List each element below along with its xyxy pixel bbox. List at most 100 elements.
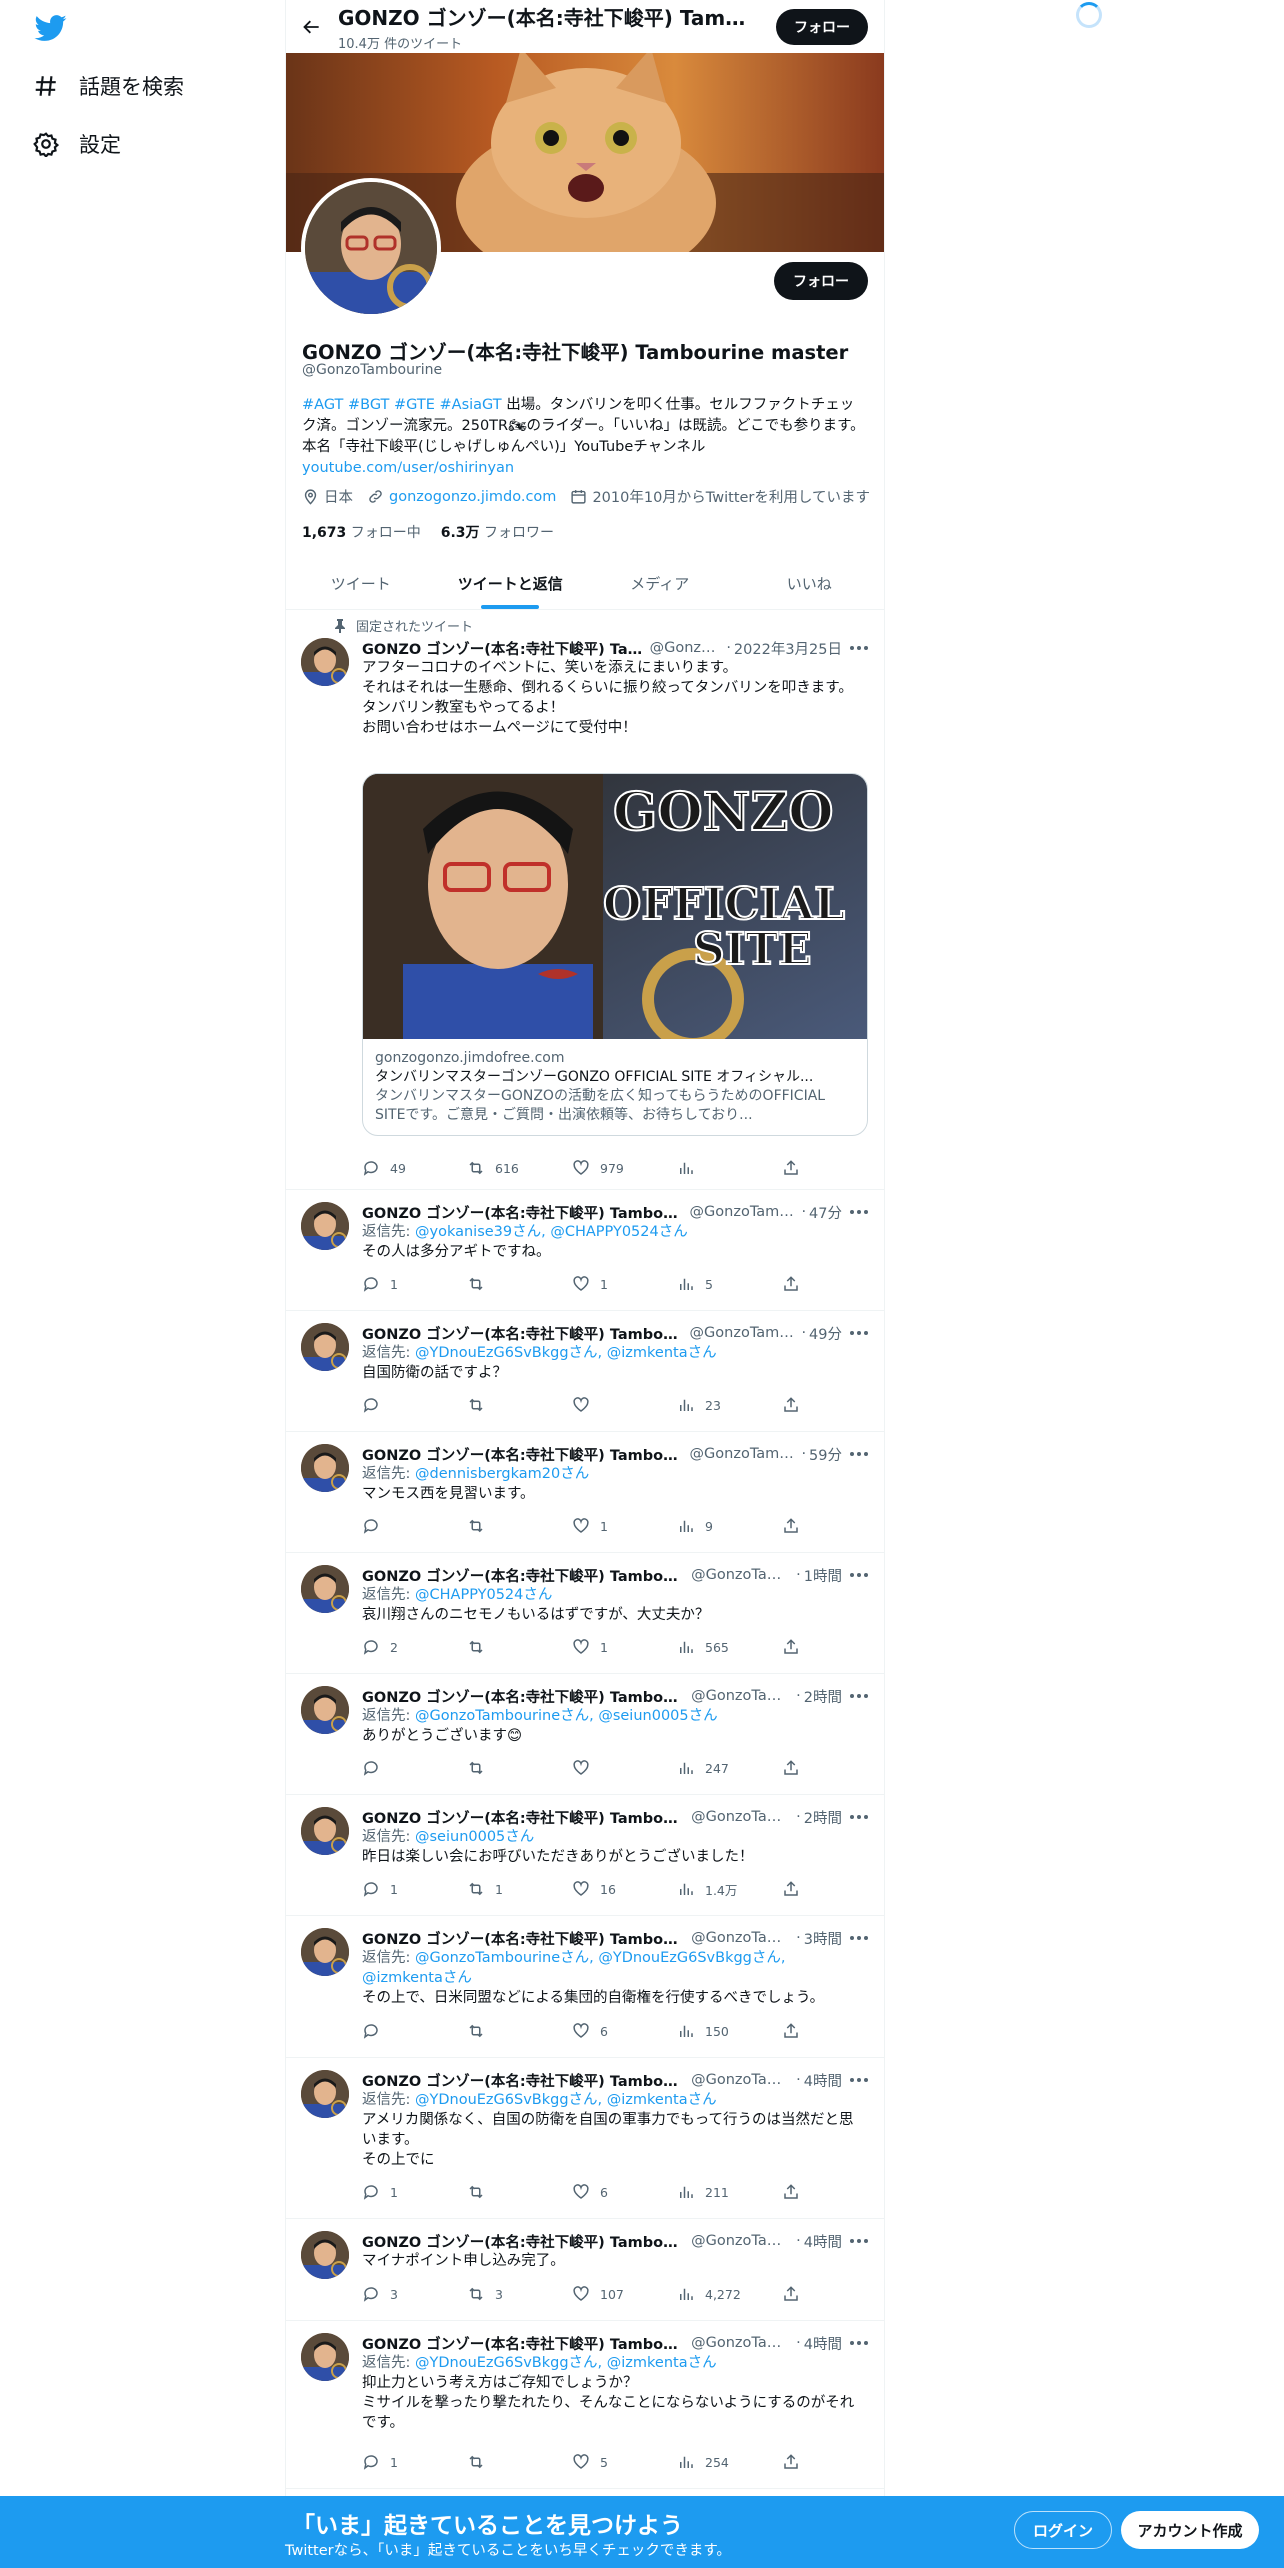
tab-tweets[interactable]: ツイート bbox=[286, 557, 436, 609]
reply-button[interactable] bbox=[362, 1758, 452, 1778]
reply-to-users[interactable]: @YDnouEzG6SvBkggさん, @izmkentaさん bbox=[415, 1345, 717, 1361]
link-card[interactable]: GONZO OFFICIAL SITE gonzogonzo.jimdofree… bbox=[362, 773, 868, 1136]
views-button[interactable]: 1.4万 bbox=[677, 1879, 767, 1899]
nav-settings[interactable]: 設定 bbox=[33, 124, 121, 164]
share-button[interactable] bbox=[782, 2284, 802, 2304]
retweet-button[interactable] bbox=[467, 2452, 557, 2472]
tweet-timestamp[interactable]: 4時間 bbox=[804, 2070, 842, 2091]
retweet-button[interactable] bbox=[467, 1395, 557, 1415]
tweet-author-handle[interactable]: @Gonzo... bbox=[650, 640, 724, 656]
tweet-author-name[interactable]: GONZO ゴンゾー(本名:寺社下峻平) Ta... bbox=[362, 638, 644, 659]
tweet-author-handle[interactable]: @GonzoTam... bbox=[691, 1809, 793, 1825]
tweet-avatar[interactable] bbox=[301, 1565, 349, 1613]
tab-likes[interactable]: いいね bbox=[735, 557, 885, 609]
share-button[interactable] bbox=[782, 1879, 802, 1899]
tweet-timestamp[interactable]: 2022年3月25日 bbox=[734, 638, 842, 659]
tweet-author-handle[interactable]: @GonzoTamb... bbox=[690, 1325, 799, 1341]
more-options-icon[interactable] bbox=[842, 646, 868, 650]
tweet-timestamp[interactable]: 2時間 bbox=[804, 1686, 842, 1707]
tweet[interactable]: GONZO ゴンゾー(本名:寺社下峻平) Tambou... @GonzoTam.… bbox=[286, 1674, 884, 1795]
tweet-avatar[interactable] bbox=[301, 1686, 349, 1734]
views-button[interactable]: 247 bbox=[677, 1758, 767, 1778]
profile-website-link[interactable]: gonzogonzo.jimdo.com bbox=[389, 489, 556, 505]
tweet-author-name[interactable]: GONZO ゴンゾー(本名:寺社下峻平) Tambou... bbox=[362, 2231, 685, 2252]
tweet-author-handle[interactable]: @GonzoTamb... bbox=[690, 1446, 799, 1462]
tweet[interactable]: GONZO ゴンゾー(本名:寺社下峻平) Tambour... @GonzoTam… bbox=[286, 1432, 884, 1553]
retweet-button[interactable] bbox=[467, 2182, 557, 2202]
header-follow-button[interactable]: フォロー bbox=[776, 8, 868, 45]
tab-tweets-and-replies[interactable]: ツイートと返信 bbox=[436, 557, 586, 609]
tweet-author-name[interactable]: GONZO ゴンゾー(本名:寺社下峻平) Tambour... bbox=[362, 1323, 684, 1344]
share-button[interactable] bbox=[782, 1395, 802, 1415]
tweet-author-handle[interactable]: @GonzoTamb... bbox=[690, 1204, 799, 1220]
tweet[interactable]: GONZO ゴンゾー(本名:寺社下峻平) Tambour... @GonzoTam… bbox=[286, 1190, 884, 1311]
retweet-button[interactable]: 1 bbox=[467, 1879, 557, 1899]
bio-hashtags[interactable]: #AGT #BGT #GTE #AsiaGT bbox=[302, 397, 502, 413]
tweet[interactable]: GONZO ゴンゾー(本名:寺社下峻平) Tambou... @GonzoTam.… bbox=[286, 2321, 884, 2489]
tweet-author-name[interactable]: GONZO ゴンゾー(本名:寺社下峻平) Tambour... bbox=[362, 1444, 684, 1465]
retweet-button[interactable] bbox=[467, 1637, 557, 1657]
tweet-author-handle[interactable]: @GonzoTam... bbox=[691, 1688, 793, 1704]
reply-button[interactable]: 2 bbox=[362, 1637, 452, 1657]
tweet-author-name[interactable]: GONZO ゴンゾー(本名:寺社下峻平) Tambou... bbox=[362, 1928, 685, 1949]
signup-button[interactable]: アカウント作成 bbox=[1121, 2511, 1259, 2549]
retweet-button[interactable] bbox=[467, 1274, 557, 1294]
like-button[interactable]: 1 bbox=[572, 1274, 662, 1294]
more-options-icon[interactable] bbox=[842, 1210, 868, 1214]
tweet-avatar[interactable] bbox=[301, 1323, 349, 1371]
share-button[interactable] bbox=[782, 2021, 802, 2041]
reply-to-users[interactable]: @dennisbergkam20さん bbox=[415, 1466, 589, 1482]
profile-follow-button[interactable]: フォロー bbox=[774, 262, 868, 300]
tweet-timestamp[interactable]: 49分 bbox=[809, 1323, 842, 1344]
tab-media[interactable]: メディア bbox=[585, 557, 735, 609]
tweet-timestamp[interactable]: 59分 bbox=[809, 1444, 842, 1465]
tweet-author-handle[interactable]: @GonzoTam... bbox=[691, 2233, 793, 2249]
retweet-button[interactable]: 616 bbox=[467, 1158, 557, 1178]
views-button[interactable]: 254 bbox=[677, 2452, 767, 2472]
tweet[interactable]: GONZO ゴンゾー(本名:寺社下峻平) Tambou... @GonzoTam.… bbox=[286, 2219, 884, 2321]
tweet-avatar[interactable] bbox=[301, 1444, 349, 1492]
retweet-button[interactable] bbox=[467, 1758, 557, 1778]
tweet-timestamp[interactable]: 4時間 bbox=[804, 2333, 842, 2354]
reply-to-users[interactable]: @GonzoTambourineさん, @seiun0005さん bbox=[415, 1708, 718, 1724]
reply-button[interactable]: 1 bbox=[362, 2452, 452, 2472]
tweet-author-name[interactable]: GONZO ゴンゾー(本名:寺社下峻平) Tambou... bbox=[362, 1565, 685, 1586]
views-button[interactable]: 5 bbox=[677, 1274, 767, 1294]
like-button[interactable]: 1 bbox=[572, 1516, 662, 1536]
tweet[interactable]: GONZO ゴンゾー(本名:寺社下峻平) Tambou... @GonzoTam.… bbox=[286, 1916, 884, 2058]
tweet-author-handle[interactable]: @GonzoTam... bbox=[691, 2072, 793, 2088]
like-button[interactable]: 107 bbox=[572, 2284, 662, 2304]
reply-button[interactable]: 1 bbox=[362, 1879, 452, 1899]
tweet-avatar[interactable] bbox=[301, 2070, 349, 2118]
nav-explore[interactable]: 話題を検索 bbox=[33, 66, 184, 106]
tweet-author-name[interactable]: GONZO ゴンゾー(本名:寺社下峻平) Tambou... bbox=[362, 1686, 685, 1707]
reply-to-users[interactable]: @YDnouEzG6SvBkggさん, @izmkentaさん bbox=[415, 2092, 717, 2108]
following-link[interactable]: 1,673 フォロー中 bbox=[302, 522, 421, 542]
tweet[interactable]: GONZO ゴンゾー(本名:寺社下峻平) Tambou... @GonzoTam.… bbox=[286, 1553, 884, 1674]
like-button[interactable] bbox=[572, 1395, 662, 1415]
views-button[interactable] bbox=[677, 1158, 767, 1178]
reply-button[interactable]: 1 bbox=[362, 1274, 452, 1294]
reply-button[interactable] bbox=[362, 1516, 452, 1536]
views-button[interactable]: 4,272 bbox=[677, 2284, 767, 2304]
reply-button[interactable]: 3 bbox=[362, 2284, 452, 2304]
reply-button[interactable] bbox=[362, 2021, 452, 2041]
back-button[interactable] bbox=[286, 1, 338, 53]
share-button[interactable] bbox=[782, 1274, 802, 1294]
more-options-icon[interactable] bbox=[842, 2239, 868, 2243]
tweet[interactable]: GONZO ゴンゾー(本名:寺社下峻平) Tambour... @GonzoTam… bbox=[286, 1311, 884, 1432]
tweet-timestamp[interactable]: 2時間 bbox=[804, 1807, 842, 1828]
more-options-icon[interactable] bbox=[842, 1452, 868, 1456]
tweet[interactable]: GONZO ゴンゾー(本名:寺社下峻平) Tambou... @GonzoTam.… bbox=[286, 2058, 884, 2219]
views-button[interactable]: 565 bbox=[677, 1637, 767, 1657]
tweet-avatar[interactable] bbox=[301, 2333, 349, 2381]
pinned-tweet[interactable]: GONZO ゴンゾー(本名:寺社下峻平) Ta... @Gonzo... · 2… bbox=[286, 610, 884, 1190]
tweet-avatar[interactable] bbox=[301, 1928, 349, 1976]
tweet-timestamp[interactable]: 3時間 bbox=[804, 1928, 842, 1949]
like-button[interactable]: 16 bbox=[572, 1879, 662, 1899]
like-button[interactable]: 6 bbox=[572, 2182, 662, 2202]
share-button[interactable] bbox=[782, 1637, 802, 1657]
share-button[interactable] bbox=[782, 2182, 802, 2202]
login-button[interactable]: ログイン bbox=[1014, 2511, 1112, 2549]
like-button[interactable]: 1 bbox=[572, 1637, 662, 1657]
